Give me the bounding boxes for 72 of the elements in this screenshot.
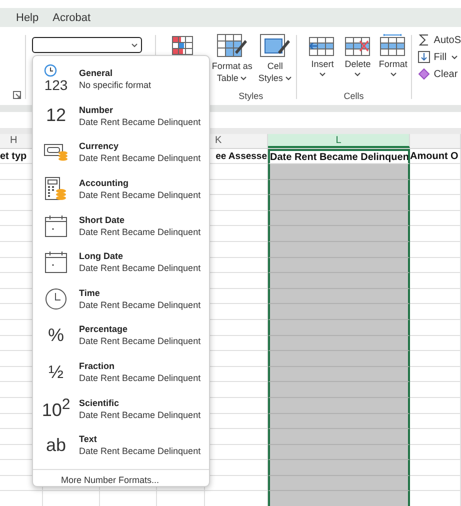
menu-item[interactable]: Time Date Rent Became Delinquent (33, 280, 209, 318)
format-glyph: 12 (46, 105, 66, 126)
caret-icon (130, 42, 138, 48)
cell-brush-icon (260, 34, 290, 60)
calendar-icon (45, 214, 67, 237)
table-cell (410, 336, 461, 352)
calendar-icon (45, 251, 67, 274)
menu-item[interactable]: Short Date Date Rent Became Delinquent (33, 207, 209, 244)
format-glyph: ½ (48, 362, 64, 383)
table-cell (410, 366, 461, 382)
table-cell (410, 242, 461, 258)
fill-down-icon (418, 51, 430, 63)
table-cell (410, 398, 461, 414)
menu-item[interactable]: 10$^{2}$ Scientific Date Rent Became Delinquent (33, 390, 209, 427)
table-cell: Date Rent Became Delinquen (270, 152, 408, 162)
ribbon-button[interactable]: Fill (418, 51, 461, 63)
delete-cells-icon (344, 34, 371, 58)
format-glyph: ab (46, 434, 66, 456)
cell-size-icon (380, 34, 406, 58)
format-glyph: 10$^{2}$ (42, 396, 70, 422)
table-cell (410, 288, 461, 304)
table-cell (410, 382, 461, 398)
table-cell (410, 351, 461, 367)
menu-item[interactable]: ½ Fraction Date Rent Became Delinquent (33, 354, 209, 390)
table-cell (410, 195, 461, 211)
table-cell (410, 180, 461, 196)
ribbon-button[interactable]: Delete (340, 34, 376, 77)
ribbon-button[interactable]: Cell Styles (255, 34, 295, 84)
dialog-launcher-icon[interactable] (12, 91, 21, 99)
table-cell (410, 258, 461, 274)
format-glyph: 123 (44, 77, 68, 94)
sum-icon (418, 34, 430, 46)
group-label: Styles (238, 91, 264, 103)
more-formats-link[interactable]: More Number Formats... (33, 470, 209, 485)
calculator-coins-icon (45, 177, 67, 202)
clock-icon (44, 64, 57, 78)
table-brush-icon (217, 34, 248, 60)
menu-item[interactable]: Accounting Date Rent Became Delinquent (33, 170, 209, 208)
group-label: Cells (344, 91, 364, 103)
table-cell (410, 414, 461, 430)
menu-item[interactable]: 123 General No specific format (33, 61, 209, 98)
number-format-dropdown[interactable] (32, 37, 142, 53)
menu-item[interactable]: ab Text Date Rent Became Delinquent (33, 426, 209, 464)
table-cell (410, 429, 461, 445)
menu-tab[interactable]: Acrobat (52, 12, 91, 24)
table-cell (410, 476, 461, 492)
table-cell (410, 273, 461, 289)
insert-cells-icon (309, 34, 336, 58)
table-cell (410, 210, 461, 226)
format-glyph: % (48, 324, 64, 346)
ribbon-button[interactable]: Clear (418, 68, 461, 80)
menu-item[interactable]: Long Date Date Rent Became Delinquent (33, 244, 209, 281)
table-cell (410, 304, 461, 320)
table-cell: ee Assesse (216, 150, 267, 162)
table-cell: Amount O (410, 150, 458, 162)
ribbon-button[interactable]: Insert (304, 34, 340, 77)
clock-icon (45, 288, 67, 310)
table-cell: et typ (0, 150, 27, 162)
menu-item[interactable]: 12 Number Date Rent Became Delinquent (33, 98, 209, 134)
conditional-formatting-icon[interactable] (172, 36, 193, 55)
table-cell (410, 460, 461, 476)
column-header[interactable]: L (268, 134, 410, 148)
eraser-icon (418, 68, 430, 80)
ribbon-button[interactable]: Format (375, 34, 411, 77)
ribbon-button[interactable]: Format as Table (208, 34, 256, 84)
banknote-coins-icon (44, 142, 68, 162)
ribbon-button[interactable]: AutoS (418, 34, 461, 46)
table-cell (410, 226, 461, 242)
table-cell (410, 444, 461, 460)
menu-tab[interactable]: Help (16, 12, 39, 24)
table-cell (410, 320, 461, 336)
menu-item[interactable]: % Percentage Date Rent Became Delinquent (33, 317, 209, 354)
